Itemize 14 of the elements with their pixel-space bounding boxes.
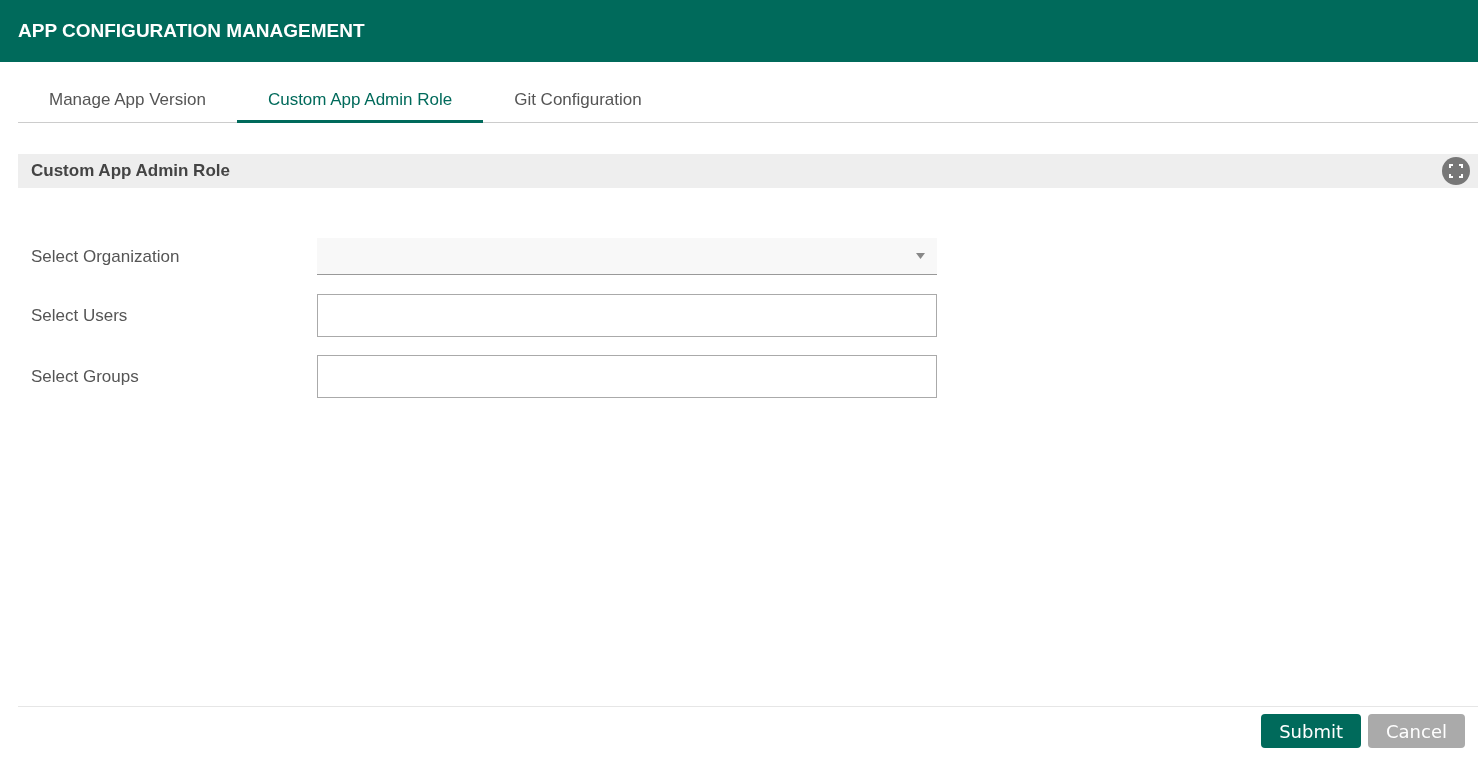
tab[interactable]: Custom App Admin Role — [236, 80, 484, 123]
caret-icon — [916, 253, 925, 259]
fullscreen-icon[interactable] — [1442, 157, 1470, 185]
input-field[interactable] — [317, 294, 937, 337]
tab[interactable]: Git Configuration — [483, 80, 673, 123]
organization-dropdown[interactable] — [317, 238, 937, 275]
panel-title: Custom App Admin Role — [31, 161, 230, 181]
field-label: Select Organization — [31, 246, 181, 267]
submit-button[interactable]: Submit — [1261, 714, 1361, 748]
input-field[interactable] — [317, 355, 937, 398]
field-label: Select Users — [31, 305, 129, 326]
field-label: Select Groups — [31, 366, 140, 387]
tab[interactable]: Manage App Version — [18, 80, 237, 123]
app-title: APP CONFIGURATION MANAGEMENT — [18, 20, 365, 42]
